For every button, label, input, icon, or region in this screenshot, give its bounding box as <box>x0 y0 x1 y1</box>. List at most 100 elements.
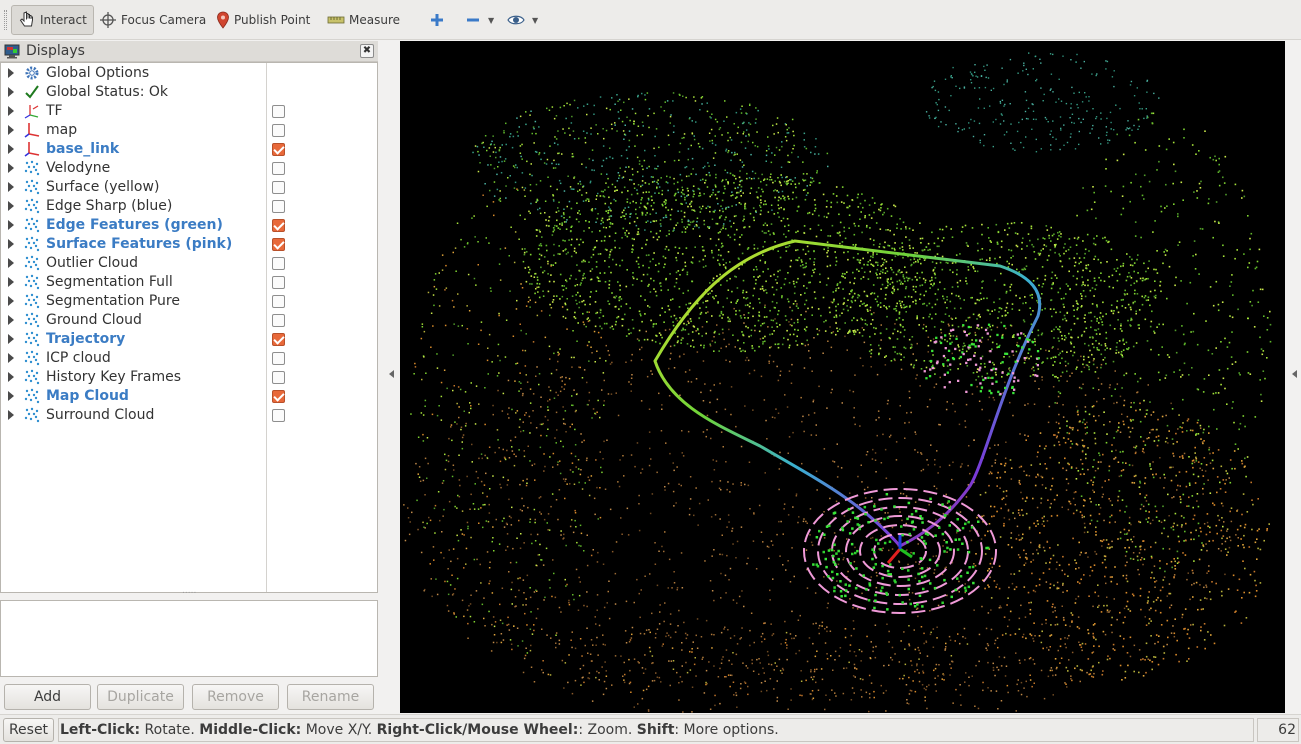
focus-camera-label: Focus Camera <box>121 13 207 27</box>
expand-arrow-icon[interactable] <box>8 372 14 382</box>
interact-tool-button[interactable]: Interact <box>11 5 94 35</box>
display-item[interactable]: Ground Cloud <box>1 311 377 330</box>
expand-arrow-icon[interactable] <box>8 258 14 268</box>
display-item[interactable]: Map Cloud <box>1 387 377 406</box>
display-item[interactable]: map <box>1 121 377 140</box>
display-item[interactable]: Outlier Cloud <box>1 254 377 273</box>
view-visibility-button[interactable]: ▼ <box>507 5 538 35</box>
display-item-label: Surface (yellow) <box>46 179 160 195</box>
displays-tree[interactable]: Global Options Global Status: Ok TF map base… <box>0 62 378 593</box>
enable-checkbox[interactable] <box>272 257 285 270</box>
display-item-label: Outlier Cloud <box>46 255 138 271</box>
display-item[interactable]: ICP cloud <box>1 349 377 368</box>
display-item[interactable]: TF <box>1 102 377 121</box>
expand-arrow-icon[interactable] <box>8 182 14 192</box>
reset-button[interactable]: Reset <box>3 718 54 742</box>
ruler-icon <box>327 16 345 24</box>
toolbar-grip[interactable] <box>4 10 7 30</box>
display-item[interactable]: Global Options <box>1 64 377 83</box>
display-item[interactable]: Edge Sharp (blue) <box>1 197 377 216</box>
display-item-label: Global Options <box>46 65 150 81</box>
enable-checkbox[interactable] <box>272 314 285 327</box>
render-viewport[interactable] <box>400 41 1285 713</box>
enable-checkbox[interactable] <box>272 371 285 384</box>
rename-display-button[interactable]: Rename <box>287 684 374 710</box>
display-item-label: Surface Features (pink) <box>46 236 233 252</box>
expand-arrow-icon[interactable] <box>8 87 14 97</box>
enable-checkbox[interactable] <box>272 352 285 365</box>
collapse-right-panel-icon[interactable] <box>1292 370 1297 378</box>
display-item[interactable]: Velodyne <box>1 159 377 178</box>
remove-display-button[interactable]: Remove <box>192 684 279 710</box>
enable-checkbox[interactable] <box>272 295 285 308</box>
expand-arrow-icon[interactable] <box>8 220 14 230</box>
display-item[interactable]: Edge Features (green) <box>1 216 377 235</box>
gear-icon <box>24 65 40 81</box>
enable-checkbox[interactable] <box>272 333 285 346</box>
expand-arrow-icon[interactable] <box>8 163 14 173</box>
pointcloud-icon <box>24 160 40 176</box>
expand-arrow-icon[interactable] <box>8 391 14 401</box>
expand-arrow-icon[interactable] <box>8 353 14 363</box>
pointcloud-icon <box>24 312 40 328</box>
display-item[interactable]: Surface (yellow) <box>1 178 377 197</box>
enable-checkbox[interactable] <box>272 200 285 213</box>
publish-point-button[interactable]: Publish Point <box>216 5 310 35</box>
enable-checkbox[interactable] <box>272 276 285 289</box>
expand-arrow-icon[interactable] <box>8 125 14 135</box>
measure-button[interactable]: Measure <box>327 5 400 35</box>
enable-checkbox[interactable] <box>272 105 285 118</box>
enable-checkbox[interactable] <box>272 238 285 251</box>
measure-label: Measure <box>349 13 400 27</box>
display-item-label: Edge Features (green) <box>46 217 223 233</box>
close-icon[interactable]: ✖ <box>360 44 374 58</box>
display-item[interactable]: Segmentation Full <box>1 273 377 292</box>
expand-arrow-icon[interactable] <box>8 239 14 249</box>
pointcloud-icon <box>24 217 40 233</box>
pointcloud-icon <box>24 236 40 252</box>
add-tool-button[interactable] <box>429 5 449 35</box>
display-item-label: History Key Frames <box>46 369 182 385</box>
display-item[interactable]: Surround Cloud <box>1 406 377 425</box>
expand-arrow-icon[interactable] <box>8 68 14 78</box>
collapse-left-panel-icon[interactable] <box>389 370 394 378</box>
publish-point-label: Publish Point <box>234 13 311 27</box>
pointcloud-icon <box>24 331 40 347</box>
display-item[interactable]: Trajectory <box>1 330 377 349</box>
expand-arrow-icon[interactable] <box>8 106 14 116</box>
display-item-label: Ground Cloud <box>46 312 142 328</box>
display-item-label: Velodyne <box>46 160 111 176</box>
chevron-down-icon: ▼ <box>488 15 495 25</box>
enable-checkbox[interactable] <box>272 409 285 422</box>
enable-checkbox[interactable] <box>272 124 285 137</box>
display-item[interactable]: Global Status: Ok <box>1 83 377 102</box>
add-display-button[interactable]: Add <box>4 684 91 710</box>
point-cloud-scene <box>403 52 1272 713</box>
expand-arrow-icon[interactable] <box>8 144 14 154</box>
display-item[interactable]: Segmentation Pure <box>1 292 377 311</box>
enable-checkbox[interactable] <box>272 143 285 156</box>
duplicate-display-button[interactable]: Duplicate <box>97 684 184 710</box>
display-item[interactable]: base_link <box>1 140 377 159</box>
focus-camera-button[interactable]: Focus Camera <box>99 5 206 35</box>
enable-checkbox[interactable] <box>272 219 285 232</box>
display-item-label: TF <box>46 103 63 119</box>
pointcloud-icon <box>24 179 40 195</box>
expand-arrow-icon[interactable] <box>8 201 14 211</box>
remove-tool-button[interactable]: ▼ <box>465 5 494 35</box>
tf-axes-icon <box>24 103 40 119</box>
tool-toolbar: Interact Focus Camera Publish Point Meas… <box>0 0 1301 40</box>
enable-checkbox[interactable] <box>272 390 285 403</box>
expand-arrow-icon[interactable] <box>8 296 14 306</box>
expand-arrow-icon[interactable] <box>8 410 14 420</box>
enable-checkbox[interactable] <box>272 162 285 175</box>
display-item-label: Surround Cloud <box>46 407 155 423</box>
enable-checkbox[interactable] <box>272 181 285 194</box>
hint-value: Rotate. <box>140 722 200 738</box>
expand-arrow-icon[interactable] <box>8 315 14 325</box>
display-item[interactable]: History Key Frames <box>1 368 377 387</box>
mouse-hint-text: Left-Click: Rotate. Middle-Click: Move X… <box>58 718 1254 742</box>
display-item[interactable]: Surface Features (pink) <box>1 235 377 254</box>
expand-arrow-icon[interactable] <box>8 277 14 287</box>
expand-arrow-icon[interactable] <box>8 334 14 344</box>
